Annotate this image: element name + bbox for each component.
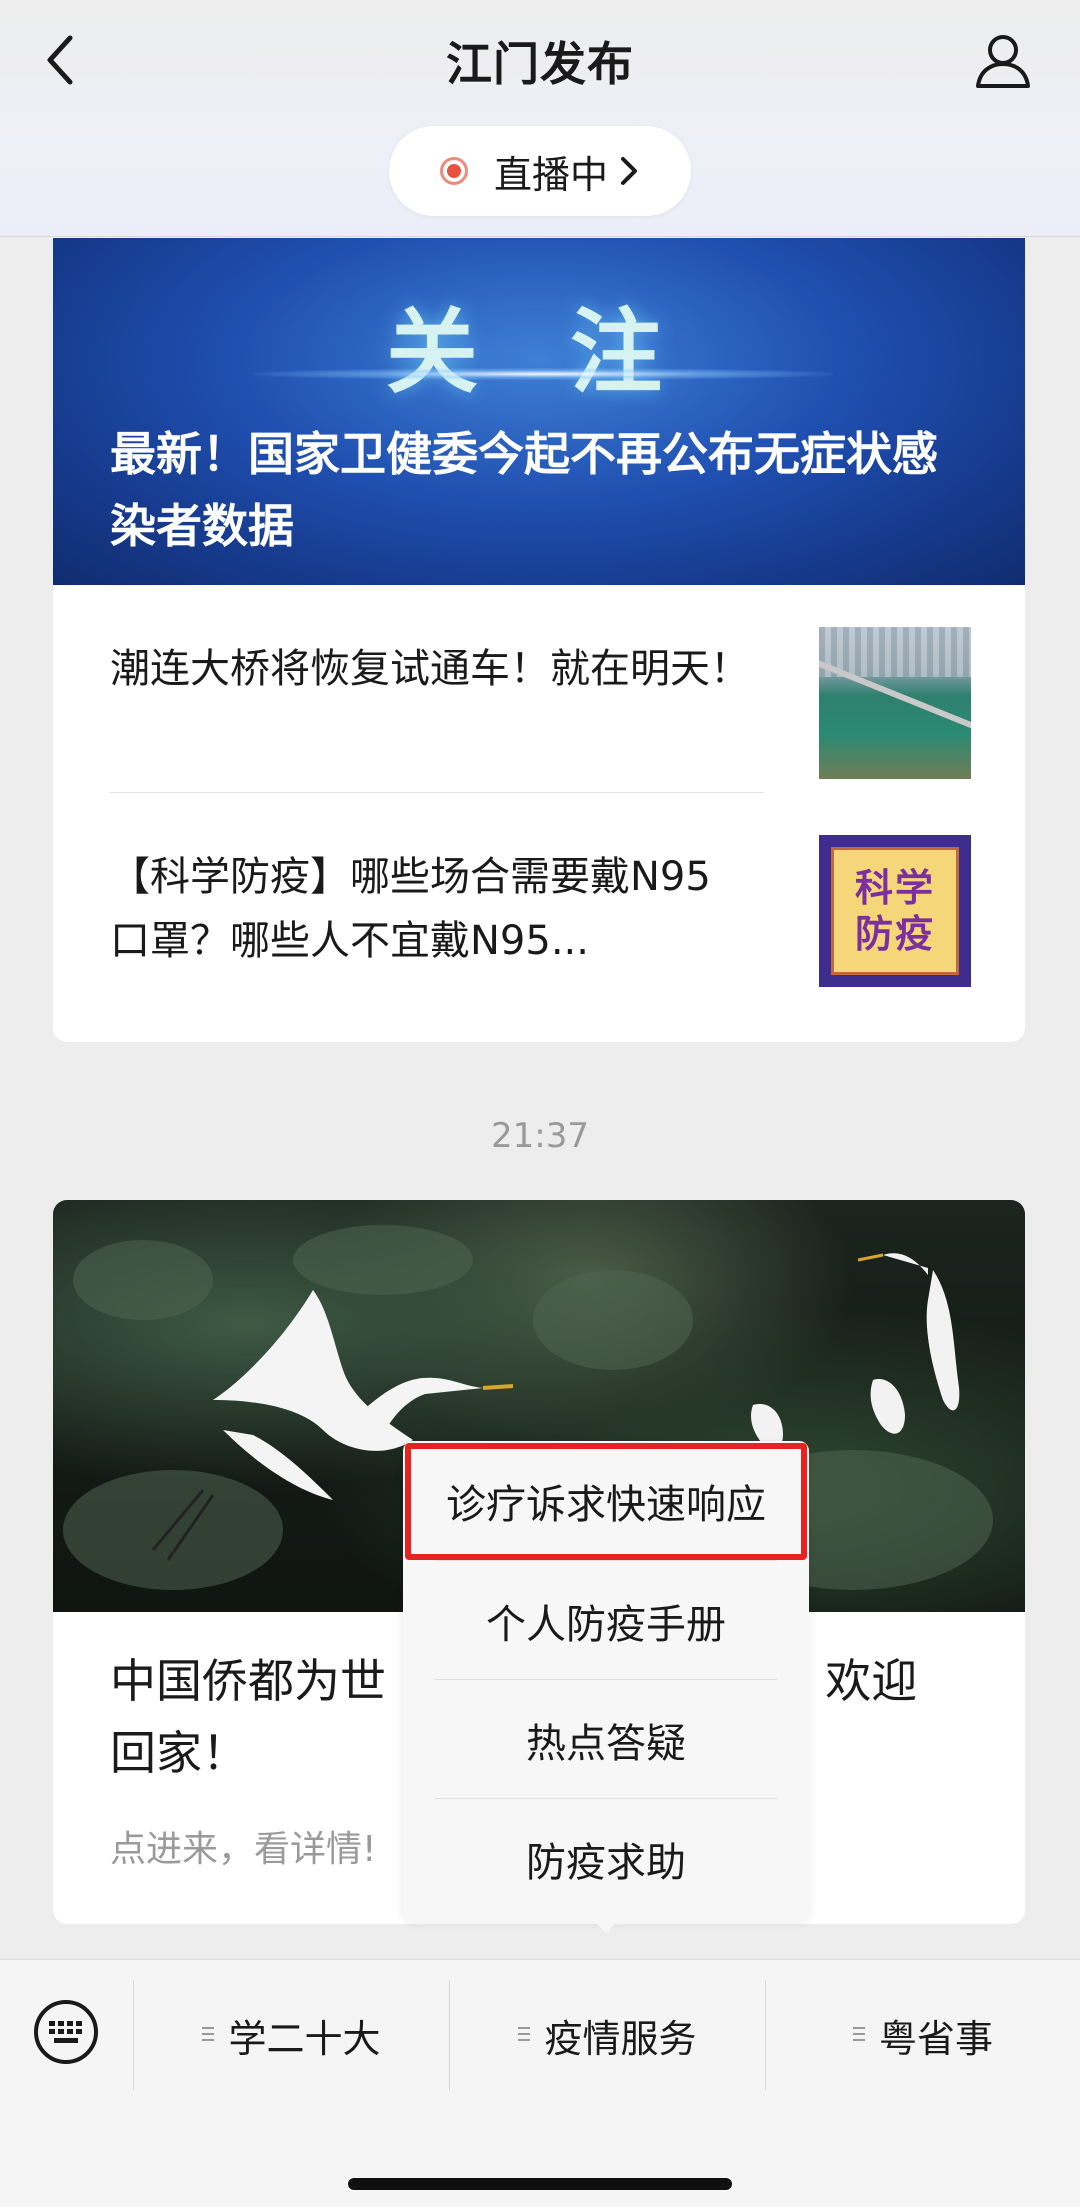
menu-list-icon: [518, 2027, 531, 2043]
thumbnail-badge: 科学 防疫: [831, 847, 959, 975]
menu-button-label: 粤省事: [878, 2016, 993, 2061]
banner-article[interactable]: 关 注 最新！国家卫健委今起不再公布无症状感染者数据: [53, 238, 1025, 585]
banner-tag: 关 注: [385, 299, 693, 406]
menu-button-epidemic-service[interactable]: 疫情服务: [450, 1990, 765, 2080]
live-label: 直播中: [493, 152, 608, 197]
news-thumbnail-epidemic: 科学 防疫: [819, 835, 971, 987]
card-title-line2: 回家！: [110, 1726, 248, 1780]
user-icon[interactable]: [972, 30, 1034, 92]
thumbnail-text: 防疫: [854, 912, 935, 956]
submenu-item-help[interactable]: 防疫求助: [403, 1799, 809, 1918]
news-title: 潮连大桥将恢复试通车！就在明天！: [110, 646, 750, 692]
submenu-item-prevention-handbook[interactable]: 个人防疫手册: [403, 1561, 809, 1680]
top-bar: 江门发布 直播中: [0, 0, 1080, 237]
message-timestamp: 21:37: [491, 1116, 589, 1156]
submenu-item-hot-qa[interactable]: 热点答疑: [403, 1680, 809, 1799]
popup-pointer: [592, 1919, 620, 1933]
banner-glow: [253, 368, 833, 380]
menu-list-icon: [852, 2027, 865, 2043]
card-title-left: 中国侨都为世: [110, 1654, 386, 1708]
submenu-item-fast-response[interactable]: 诊疗诉求快速响应: [403, 1441, 809, 1560]
card-title-right: 欢迎: [825, 1654, 918, 1708]
news-thumbnail-bridge: [819, 627, 971, 779]
live-dot-icon: [439, 157, 468, 185]
menu-button-label: 疫情服务: [544, 2016, 697, 2061]
home-indicator[interactable]: [348, 2178, 732, 2190]
menu-button-guangdong[interactable]: 粤省事: [766, 1990, 1080, 2080]
banner-headline: 最新！国家卫健委今起不再公布无症状感染者数据: [110, 427, 938, 553]
menu-button-study[interactable]: 学二十大: [134, 1990, 449, 2080]
menu-list-icon: [202, 2027, 215, 2043]
news-item-bridge[interactable]: 潮连大桥将恢复试通车！就在明天！: [110, 585, 764, 793]
submenu-popup: 诊疗诉求快速响应 个人防疫手册 热点答疑 防疫求助: [403, 1441, 809, 1921]
thumbnail-text: 科学: [854, 866, 935, 910]
card-subtitle: 点进来，看详情!: [110, 1829, 377, 1870]
menu-button-label: 学二十大: [228, 2016, 381, 2061]
chevron-right-icon: [621, 157, 637, 185]
live-button[interactable]: 直播中: [389, 126, 691, 216]
bottom-menu-bar: 学二十大 疫情服务 粤省事: [0, 1959, 1080, 2207]
page-title: 江门发布: [446, 37, 634, 91]
keyboard-icon[interactable]: [32, 1998, 100, 2066]
news-title: 【科学防疫】哪些场合需要戴N95口罩？哪些人不宜戴N95...: [110, 854, 711, 964]
